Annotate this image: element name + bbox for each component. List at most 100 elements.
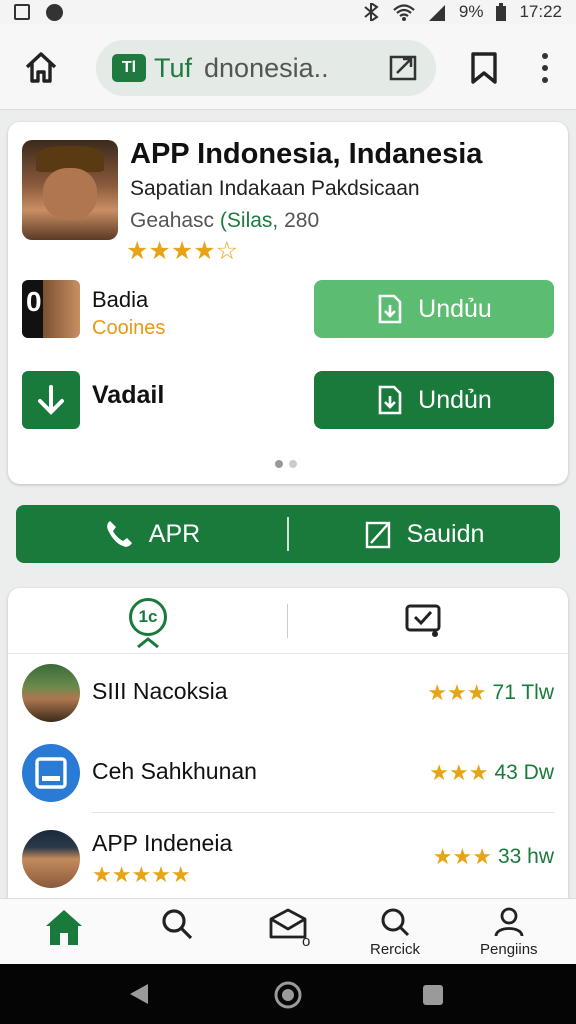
more-menu-button[interactable] [530,50,560,86]
home-button[interactable] [22,48,60,86]
list-card: 1c SIII Nacoksia ★★★ 71 Tlw Ceh Sahkhuna… [8,588,568,900]
meta-count: 280 [284,209,320,232]
list-item-avatar [22,830,80,888]
url-text: dnonesia.. [204,52,329,83]
app-meta: Geahasc (Silas, 280 [130,209,319,233]
thumb-digit: 0 [26,286,42,317]
signal-icon [428,5,445,21]
search-icon [381,908,410,937]
nav-search[interactable] [160,907,194,941]
list-item-name: SIII Nacoksia [92,678,228,704]
url-brand: Tuf [154,52,193,83]
pager-dot-active [275,460,283,468]
back-button[interactable] [128,982,150,1011]
nav-profile-label: Pengiins [480,941,538,958]
action-bar: APR Sauidn [16,505,560,563]
tab-divider [287,604,288,638]
download-arrow-icon [38,385,64,415]
bookmark-button[interactable] [466,50,502,86]
battery-percent: 9% [458,2,484,21]
list-item-avatar [22,744,80,802]
list-item[interactable]: Ceh Sahkhunan ★★★ 43 Dw [8,734,568,814]
more-dot-icon [542,77,548,83]
phone-icon [106,521,132,547]
system-navigation [0,964,576,1024]
download-button-light[interactable]: Undủu [314,280,554,338]
more-dot-icon [542,65,548,71]
list-item-count: 33 hw [497,845,554,868]
list-item-name: Ceh Sahkhunan [92,758,257,784]
tab-updates-icon: 1c [129,598,167,636]
clock: 17:22 [519,2,562,21]
app-subtitle: Sapatian Indakaan Pakdsicaan [130,177,420,200]
list-item-stars: ★★★ [432,844,492,869]
tab-updates[interactable]: 1c [118,598,178,654]
share-button[interactable] [388,52,420,84]
app-card: APP Indonesia, Indanesia Sapatian Indaka… [8,122,568,484]
nav-research[interactable]: Rercick [370,907,420,958]
row-sub: Cooines [92,317,166,339]
rating-stars: ★★★★★ [92,862,191,887]
home-system-button[interactable] [274,981,302,1014]
edit-icon [365,521,390,549]
app-rating-stars: ★★★★☆ [126,237,239,265]
download-file-icon [378,385,402,415]
download-arrow-tile [22,371,80,429]
meta-highlight: (Silas, [219,209,279,232]
edit-button[interactable]: Sauidn [289,505,560,563]
more-dot-icon [542,53,548,59]
person-icon [494,907,524,937]
app-avatar [22,140,118,240]
browser-toolbar: Tl Tuf dnonesia.. [0,24,576,110]
list-item-meta: ★★★ 71 Tlw [427,680,554,706]
list-item-stars: ★★★ [427,680,487,705]
list-item-meta: ★★★ 43 Dw [429,760,554,786]
notification-icon [14,4,30,20]
site-logo-icon: Tl [112,54,146,82]
list-item-count: 43 Dw [494,761,554,784]
recents-square-icon [423,985,443,1005]
avatar-face [43,168,97,220]
row-name: Badia [92,287,149,312]
tab-bar: 1c [8,588,568,654]
wifi-icon [393,4,415,21]
message-check-icon [405,604,441,637]
list-item[interactable]: SIII Nacoksia ★★★ 71 Tlw [8,654,568,734]
meta-prefix: Geahasc [130,209,215,232]
search-icon [162,909,193,940]
download-label: Undủn [418,385,492,414]
list-divider [92,812,554,813]
battery-icon [496,3,507,21]
app-title: APP Indonesia, Indanesia [130,138,483,170]
nav-mail-label: o [302,933,311,950]
recents-button[interactable] [422,984,444,1011]
nav-home[interactable] [44,907,84,947]
url-bar[interactable]: Tl Tuf dnonesia.. [96,40,436,96]
home-icon [46,910,82,945]
tab-messages[interactable] [404,602,444,640]
call-label: APR [148,519,201,548]
list-item-stars: ★★★ [429,760,489,785]
list-item-name: APP Indeneia [92,830,233,856]
pager-dots [275,460,297,468]
list-item-avatar [22,664,80,722]
edit-label: Sauidn [406,519,485,548]
app-notification-icon [46,3,63,21]
nav-mail[interactable]: o [266,907,310,950]
row-name: Vadail [92,381,165,409]
share-icon [389,55,417,81]
list-item-rating: ★★★★★ [92,862,191,888]
list-item[interactable]: APP Indeneia ★★★ 33 hw ★★★★★ [8,820,568,900]
list-item-count: 71 Tlw [492,681,554,704]
nav-research-label: Rercick [370,941,421,958]
back-triangle-icon [130,984,148,1004]
bottom-navigation: o Rercick Pengiins [0,898,576,964]
home-icon [25,52,57,83]
download-file-icon [378,294,402,324]
list-item-meta: ★★★ 33 hw [433,844,554,870]
nav-profile[interactable]: Pengiins [480,907,538,958]
download-button-dark[interactable]: Undủn [314,371,554,429]
call-button[interactable]: APR [16,505,287,563]
home-circle-icon [274,981,302,1009]
row-thumbnail: 0 [22,280,80,338]
